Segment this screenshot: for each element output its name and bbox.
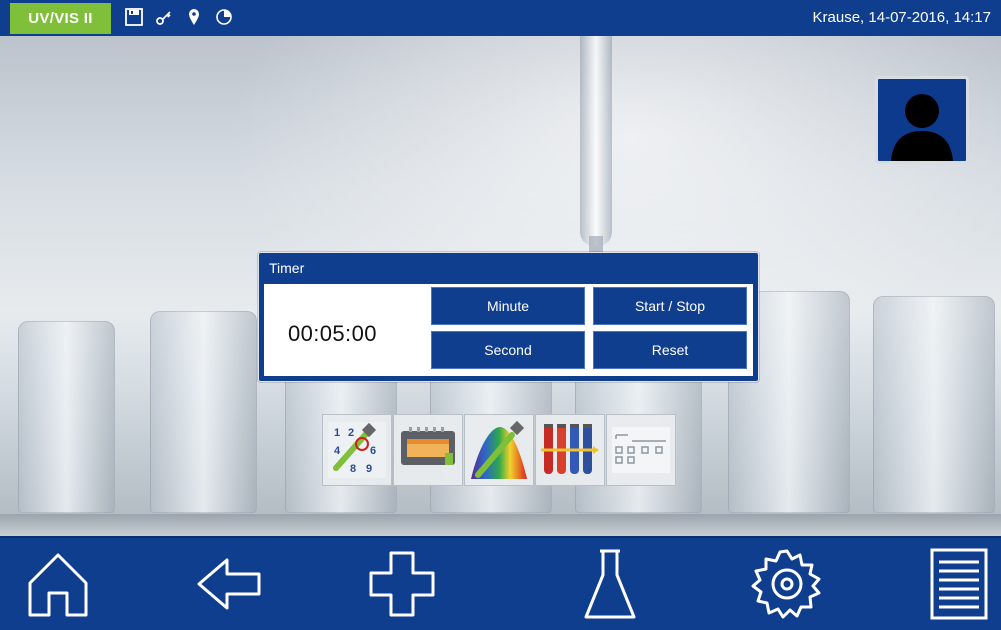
second-button-label: Second	[484, 342, 532, 358]
minute-button-label: Minute	[486, 298, 530, 314]
device-tray-icon	[401, 427, 455, 465]
menu-list-icon	[930, 548, 988, 620]
app-launcher: 1 2 4 6 8 9	[322, 414, 676, 486]
spectrum-icon	[471, 420, 527, 479]
home-icon	[28, 553, 88, 617]
method-digit-9: 9	[366, 463, 372, 475]
reset-button[interactable]: Reset	[593, 331, 747, 369]
add-button[interactable]	[365, 546, 439, 622]
top-status-bar: UV/VIS II Krause, 14-07-2016, 14:17	[0, 0, 1001, 37]
settings-button[interactable]	[750, 546, 824, 622]
avatar-silhouette-icon	[891, 94, 953, 161]
pie-chart-icon	[213, 6, 235, 28]
method-digit-8: 8	[350, 463, 356, 475]
timer-display: 00:05:00	[288, 321, 377, 346]
method-digit-1: 1	[334, 427, 340, 439]
settings-list-icon	[612, 427, 670, 473]
timer-dialog: Timer 00:05:00 Minute Start / Stop Secon…	[258, 252, 759, 382]
timer-dialog-title: Timer	[269, 260, 305, 276]
user-datetime: Krause, 14-07-2016, 14:17	[812, 9, 991, 26]
back-button[interactable]	[193, 546, 267, 622]
back-arrow-icon	[197, 558, 261, 610]
device-label: UV/VIS II	[28, 10, 93, 27]
plus-icon	[369, 551, 435, 617]
flask-icon	[584, 549, 636, 619]
test-tubes-icon	[541, 424, 599, 474]
measure-button[interactable]	[573, 546, 647, 622]
device-mode-badge: UV/VIS II	[10, 3, 111, 34]
location-pin-icon	[183, 6, 205, 28]
start-stop-button[interactable]: Start / Stop	[593, 287, 747, 325]
method-digit-4: 4	[334, 445, 341, 457]
device-tray-app[interactable]	[393, 414, 463, 486]
method-digit-2: 2	[348, 427, 354, 439]
method-digit-6: 6	[370, 445, 376, 457]
spectrum-app[interactable]	[464, 414, 534, 486]
user-avatar-button[interactable]	[875, 76, 969, 164]
home-button[interactable]	[21, 546, 95, 622]
key-icon	[153, 6, 175, 28]
status-icons	[123, 6, 235, 28]
save-icon	[123, 6, 145, 28]
second-button[interactable]: Second	[431, 331, 585, 369]
pipette-image	[580, 36, 612, 246]
menu-button[interactable]	[922, 546, 996, 622]
gear-icon	[751, 549, 821, 619]
bottom-nav-bar	[0, 536, 1001, 630]
timer-dialog-body: 00:05:00 Minute Start / Stop Second Rese…	[264, 284, 753, 376]
test-tubes-app[interactable]	[535, 414, 605, 486]
reset-button-label: Reset	[651, 342, 689, 358]
screen: UV/VIS II Krause, 14-07-2016, 14:17 Time…	[0, 0, 1001, 630]
method-numbers-app[interactable]: 1 2 4 6 8 9	[322, 414, 392, 486]
method-numbers-icon: 1 2 4 6 8 9	[328, 422, 386, 478]
start-stop-button-label: Start / Stop	[634, 298, 706, 314]
settings-list-app[interactable]	[606, 414, 676, 486]
minute-button[interactable]: Minute	[431, 287, 585, 325]
